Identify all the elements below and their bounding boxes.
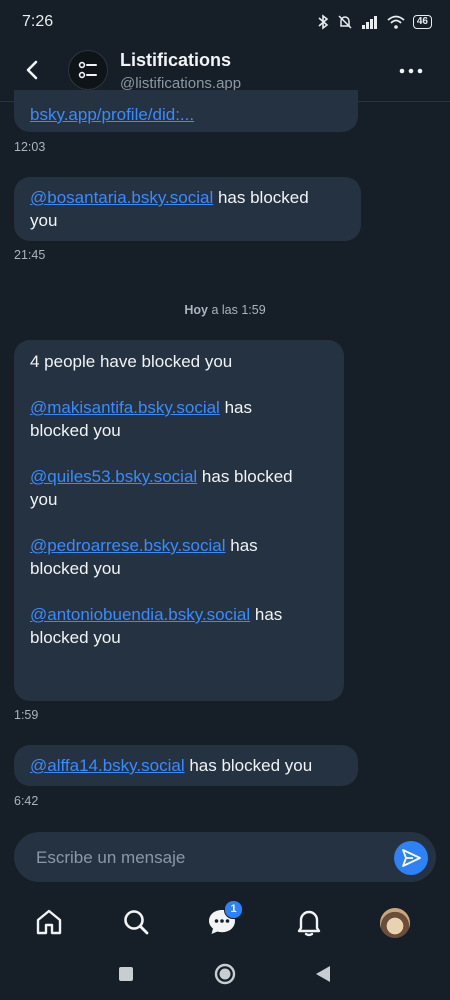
send-icon <box>402 849 421 867</box>
message-bubble: @bosantaria.bsky.social has blocked you <box>14 177 361 241</box>
date-day: Hoy <box>184 303 208 317</box>
message-text: has blocked you <box>184 756 313 775</box>
recents-icon[interactable] <box>114 962 138 986</box>
message-time: 6:42 <box>14 794 39 808</box>
conversation-title: Listifications <box>120 50 232 70</box>
message-text: blocked you <box>30 559 121 578</box>
message-bubble: 4 people have blocked you @makisantifa.b… <box>14 340 344 701</box>
search-icon[interactable] <box>120 906 152 938</box>
list-icon <box>78 61 97 79</box>
message-composer <box>14 832 436 884</box>
home-button-icon[interactable] <box>213 962 237 986</box>
message-intro: 4 people have blocked you <box>30 352 233 371</box>
message-text: blocked you <box>30 628 121 647</box>
user-link[interactable]: @quiles53.bsky.social <box>30 467 197 486</box>
user-link[interactable]: @bosantaria.bsky.social <box>30 188 213 207</box>
send-button[interactable] <box>394 841 428 875</box>
wifi-icon <box>387 15 405 29</box>
date-separator: Hoy a las 1:59 <box>0 303 450 317</box>
message-time: 12:03 <box>14 140 46 154</box>
date-rest: a las 1:59 <box>207 303 266 317</box>
unread-badge: 1 <box>224 900 243 919</box>
bottom-navigation: 1 <box>0 894 450 950</box>
message-bubble: bsky.app/profile/did:... <box>14 90 358 132</box>
bluetooth-icon <box>318 14 329 30</box>
status-icons: 46 <box>317 14 432 30</box>
messages-tab[interactable]: 1 <box>206 900 243 938</box>
battery-icon: 46 <box>412 15 432 29</box>
listifications-avatar[interactable] <box>68 50 108 90</box>
back-button-icon[interactable] <box>311 962 335 986</box>
notifications-icon[interactable] <box>293 906 325 938</box>
user-link[interactable]: @makisantifa.bsky.social <box>30 398 220 417</box>
back-icon[interactable] <box>20 57 46 83</box>
user-link[interactable]: @antoniobuendia.bsky.social <box>30 605 250 624</box>
user-link[interactable]: @pedroarrese.bsky.social <box>30 536 226 555</box>
status-time: 7:26 <box>22 13 54 30</box>
message-text: has <box>225 536 258 555</box>
more-options-icon[interactable] <box>398 58 424 84</box>
status-bar: 7:26 46 <box>0 0 450 44</box>
profile-avatar[interactable] <box>380 908 410 938</box>
message-text: you <box>30 211 58 230</box>
message-text: has blocked <box>213 188 309 207</box>
message-text: blocked you <box>30 421 121 440</box>
message-input[interactable] <box>34 832 378 884</box>
message-time: 21:45 <box>14 248 46 262</box>
signal-icon <box>361 16 377 29</box>
message-text: you <box>30 490 58 509</box>
message-time: 1:59 <box>14 708 39 722</box>
profile-link[interactable]: bsky.app/profile/did:... <box>30 105 194 124</box>
system-navigation <box>0 950 450 1000</box>
message-bubble: @alffa14.bsky.social has blocked you <box>14 745 358 786</box>
user-link[interactable]: @alffa14.bsky.social <box>30 756 185 775</box>
mute-icon <box>338 15 352 29</box>
message-text: has <box>250 605 283 624</box>
home-icon[interactable] <box>33 906 65 938</box>
message-text: has <box>219 398 252 417</box>
message-text: has blocked <box>197 467 293 486</box>
